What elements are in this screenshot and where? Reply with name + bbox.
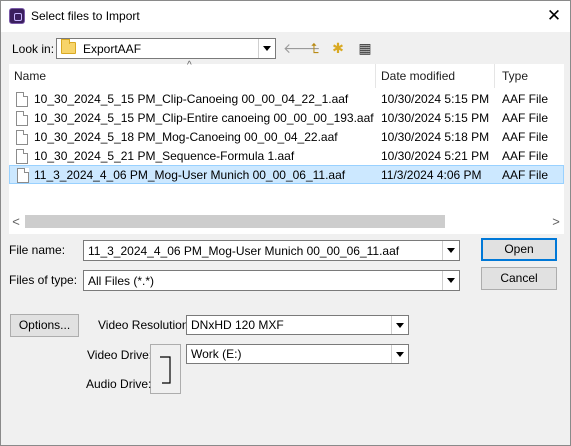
video-drive-combo[interactable]: Work (E:) — [186, 344, 409, 364]
look-in-value: ExportAAF — [83, 42, 142, 56]
view-menu-icon[interactable]: ▦ — [351, 38, 379, 58]
column-header-type[interactable]: Type — [502, 64, 528, 88]
file-type: AAF File — [502, 149, 549, 163]
file-name-combo[interactable]: 11_3_2024_4_06 PM_Mog-User Munich 00_00_… — [83, 240, 460, 261]
close-icon[interactable]: ✕ — [541, 4, 567, 28]
file-row[interactable]: 10_30_2024_5_15 PM_Clip-Entire canoeing … — [9, 109, 564, 128]
column-header-name[interactable]: Name — [14, 64, 46, 88]
file-type-label: Files of type: — [9, 273, 78, 287]
horizontal-scrollbar[interactable]: < > — [9, 213, 564, 230]
chevron-down-icon[interactable] — [391, 316, 408, 334]
file-icon — [16, 92, 28, 107]
look-in-combo[interactable]: ExportAAF — [56, 38, 276, 59]
open-button[interactable]: Open — [481, 238, 557, 261]
scroll-left-icon[interactable]: < — [9, 213, 23, 230]
file-name: 11_3_2024_4_06 PM_Mog-User Munich 00_00_… — [34, 168, 346, 182]
column-divider[interactable] — [494, 64, 495, 88]
file-name-value: 11_3_2024_4_06 PM_Mog-User Munich 00_00_… — [88, 244, 400, 258]
options-button[interactable]: Options... — [10, 314, 79, 337]
file-row-selected[interactable]: 11_3_2024_4_06 PM_Mog-User Munich 00_00_… — [9, 165, 564, 184]
file-icon — [16, 130, 28, 145]
file-type: AAF File — [502, 130, 549, 144]
file-icon — [16, 111, 28, 126]
file-list[interactable]: ^ Name Date modified Type 10_30_2024_5_1… — [9, 60, 564, 234]
video-resolution-label: Video Resolution: — [98, 318, 192, 332]
file-type-value: All Files (*.*) — [88, 274, 155, 288]
back-icon[interactable]: 🡐 — [283, 38, 321, 58]
cancel-button[interactable]: Cancel — [481, 267, 557, 290]
drive-link-button[interactable] — [150, 344, 181, 394]
chevron-down-icon[interactable] — [258, 39, 275, 58]
scroll-right-icon[interactable]: > — [549, 213, 563, 230]
up-folder-icon[interactable]: ⮤ — [305, 38, 325, 58]
file-type: AAF File — [502, 92, 549, 106]
file-type: AAF File — [502, 168, 549, 182]
scrollbar-thumb[interactable] — [25, 215, 445, 228]
title-bar: Select files to Import ✕ — [1, 1, 570, 32]
video-resolution-value: DNxHD 120 MXF — [191, 318, 284, 332]
drive-link-icon — [160, 356, 171, 384]
new-folder-icon[interactable]: ✱ — [328, 38, 348, 58]
file-date: 10/30/2024 5:15 PM — [381, 111, 490, 125]
file-row[interactable]: 10_30_2024_5_15 PM_Clip-Canoeing 00_00_0… — [9, 90, 564, 109]
audio-drive-label: Audio Drive: — [86, 377, 152, 391]
file-type-combo[interactable]: All Files (*.*) — [83, 270, 460, 291]
file-name: 10_30_2024_5_15 PM_Clip-Entire canoeing … — [34, 111, 374, 125]
chevron-down-icon[interactable] — [442, 241, 459, 260]
column-divider[interactable] — [375, 64, 376, 88]
file-name-label: File name: — [9, 243, 66, 257]
file-icon — [17, 168, 29, 183]
file-date: 11/3/2024 4:06 PM — [381, 168, 482, 182]
chevron-down-icon[interactable] — [391, 345, 408, 363]
file-icon — [16, 149, 28, 164]
video-resolution-combo[interactable]: DNxHD 120 MXF — [186, 315, 409, 335]
video-drive-label: Video Drive: — [87, 348, 153, 362]
column-header-date[interactable]: Date modified — [381, 64, 455, 88]
file-date: 10/30/2024 5:21 PM — [381, 149, 490, 163]
dialog-title: Select files to Import — [31, 9, 140, 23]
app-icon — [9, 8, 25, 24]
file-date: 10/30/2024 5:15 PM — [381, 92, 490, 106]
file-row[interactable]: 10_30_2024_5_18 PM_Mog-Canoeing 00_00_04… — [9, 128, 564, 147]
video-drive-value: Work (E:) — [191, 347, 242, 361]
file-row[interactable]: 10_30_2024_5_21 PM_Sequence-Formula 1.aa… — [9, 147, 564, 166]
look-in-label: Look in: — [12, 42, 55, 56]
file-date: 10/30/2024 5:18 PM — [381, 130, 490, 144]
file-name: 10_30_2024_5_15 PM_Clip-Canoeing 00_00_0… — [34, 92, 349, 106]
import-dialog: Select files to Import ✕ Look in: Export… — [0, 0, 571, 446]
folder-icon — [61, 39, 76, 54]
file-name: 10_30_2024_5_21 PM_Sequence-Formula 1.aa… — [34, 149, 295, 163]
file-name: 10_30_2024_5_18 PM_Mog-Canoeing 00_00_04… — [34, 130, 338, 144]
file-type: AAF File — [502, 111, 549, 125]
chevron-down-icon[interactable] — [442, 271, 459, 290]
sort-ascending-icon: ^ — [187, 60, 192, 71]
